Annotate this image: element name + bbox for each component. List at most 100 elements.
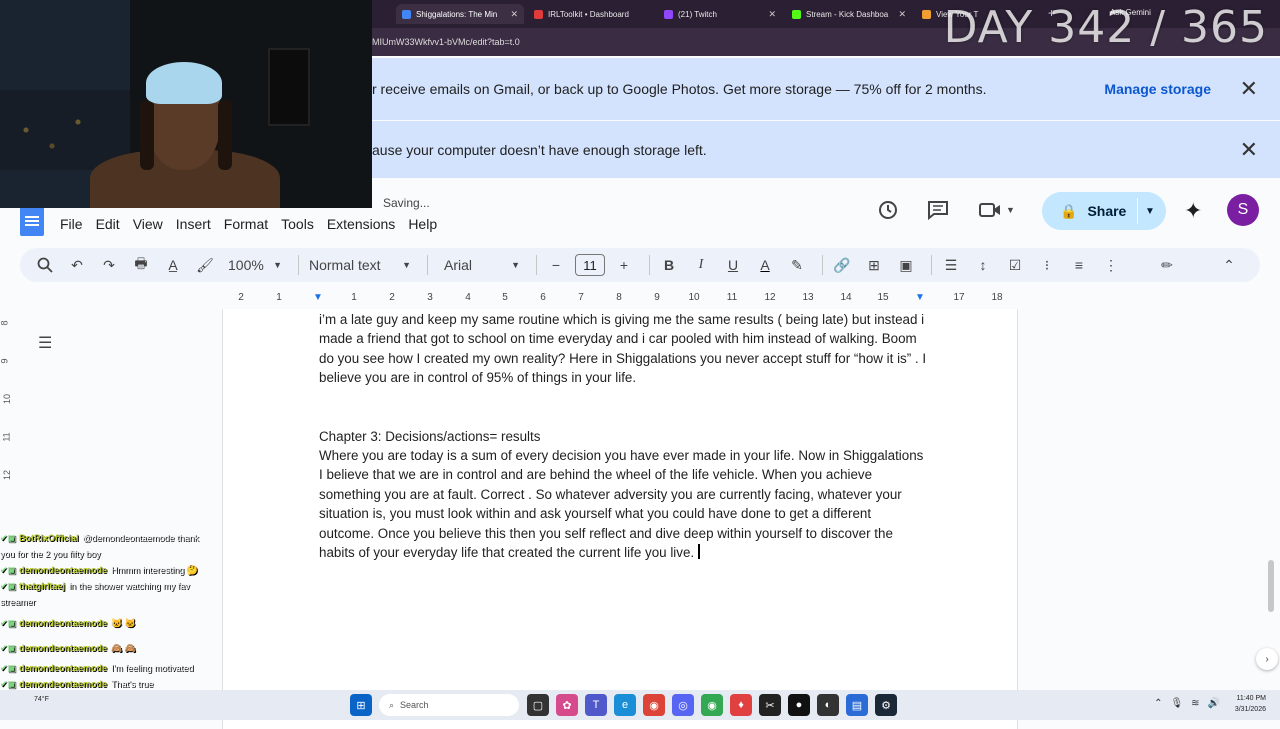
windows-taskbar: 74°F ⊞ ⌕ Search ▢ ✿ T e ◉ ◎ ◉ ♦ ✂ ● ◐ ▤ ⚙… — [0, 690, 1280, 720]
browser-tab-docs[interactable]: Shiggalations: The Min ✕ — [396, 4, 524, 24]
capcut-icon[interactable]: ✂ — [759, 694, 781, 716]
comments-icon[interactable] — [924, 198, 952, 222]
menu-format[interactable]: Format — [224, 216, 279, 232]
right-indent-marker-icon[interactable]: ▼ — [915, 292, 925, 303]
add-comment-icon[interactable]: ⊞ — [861, 252, 887, 278]
bold-icon[interactable]: B — [656, 252, 682, 278]
github-icon[interactable]: ◐ — [817, 694, 839, 716]
close-icon[interactable]: ✕ — [1240, 137, 1258, 163]
taskbar-search[interactable]: ⌕ Search — [379, 694, 519, 716]
document-paragraph[interactable]: i’m a late guy and keep my same routine … — [319, 310, 929, 388]
docs-favicon-icon — [402, 9, 411, 19]
decrease-font-size-button[interactable]: − — [543, 252, 569, 278]
tab-close-icon[interactable]: ✕ — [892, 9, 906, 20]
menu-help[interactable]: Help — [408, 216, 448, 232]
chrome-icon[interactable]: ◉ — [643, 694, 665, 716]
ruler-mark: 17 — [953, 292, 965, 303]
tab-close-icon[interactable]: ✕ — [762, 9, 776, 20]
tab-close-icon[interactable]: ✕ — [504, 9, 518, 20]
steam-icon[interactable]: ⚙ — [875, 694, 897, 716]
menu-file[interactable]: File — [60, 216, 94, 232]
scrollbar[interactable] — [1268, 560, 1274, 612]
chat-line: ✔▣ demondeontaemode 🐱 🐱 — [0, 617, 136, 629]
undo-icon[interactable]: ↶ — [64, 252, 90, 278]
insert-link-icon[interactable]: 🔗 — [829, 252, 855, 278]
paint-format-icon[interactable]: 🖌 — [192, 252, 218, 278]
clock[interactable]: 11:40 PM 3/31/2026 — [1235, 693, 1266, 715]
weather-widget[interactable]: 74°F — [34, 696, 49, 703]
mic-icon[interactable]: 🎙 — [1170, 698, 1183, 709]
irltoolkit-favicon-icon — [534, 9, 543, 19]
more-options-icon[interactable]: ⋮ — [1098, 252, 1124, 278]
align-icon[interactable]: ☰ — [938, 252, 964, 278]
zoom-value: 100% — [228, 257, 264, 273]
underline-icon[interactable]: U — [720, 252, 746, 278]
menu-extensions[interactable]: Extensions — [327, 216, 406, 232]
document-outline-icon[interactable]: ☰ — [38, 333, 60, 353]
edge-icon[interactable]: e — [614, 694, 636, 716]
zoom-select[interactable]: 100% ▼ — [224, 252, 286, 278]
avatar[interactable]: S — [1227, 194, 1259, 226]
text-color-icon[interactable]: A — [752, 252, 778, 278]
volume-icon[interactable]: 🔊 — [1208, 698, 1220, 709]
print-icon[interactable]: 🖶 — [128, 252, 154, 278]
numbered-list-icon[interactable]: ≡ — [1066, 252, 1092, 278]
editing-mode-icon[interactable]: ✏ — [1154, 252, 1180, 278]
chapter-heading[interactable]: Chapter 3: Decisions/actions= results — [319, 427, 929, 446]
chat-message: in the shower watching my fav — [69, 581, 190, 591]
menu-view[interactable]: View — [133, 216, 174, 232]
redo-icon[interactable]: ↷ — [96, 252, 122, 278]
paragraph-style-select[interactable]: Normal text ▼ — [305, 252, 415, 278]
close-icon[interactable]: ✕ — [1240, 76, 1258, 102]
docs-logo-icon[interactable] — [20, 206, 44, 236]
discord-icon[interactable]: ◎ — [672, 694, 694, 716]
italic-icon[interactable]: I — [688, 252, 714, 278]
font-size-input[interactable]: 11 — [575, 254, 605, 276]
chevron-down-icon[interactable]: ▼ — [1006, 205, 1015, 215]
taskbar-icons: ⊞ ⌕ Search ▢ ✿ T e ◉ ◎ ◉ ♦ ✂ ● ◐ ▤ ⚙ — [350, 694, 904, 716]
ruler-mark: 10 — [2, 393, 13, 405]
spellcheck-icon[interactable]: A̲ — [160, 252, 186, 278]
chrome-profile-icon[interactable]: ◉ — [701, 694, 723, 716]
ruler-mark: 10 — [688, 292, 700, 303]
highlight-icon[interactable]: ✎ — [784, 252, 810, 278]
app-icon[interactable]: ♦ — [730, 694, 752, 716]
gemini-icon[interactable]: ✦ — [1184, 198, 1202, 224]
browser-tab-irltoolkit[interactable]: IRLToolkit • Dashboard — [528, 4, 656, 24]
indent-marker-icon[interactable]: ▼ — [313, 292, 323, 303]
manage-storage-button[interactable]: Manage storage — [1104, 81, 1211, 97]
history-icon[interactable] — [874, 198, 902, 222]
wifi-icon[interactable]: ≋ — [1191, 698, 1199, 709]
increase-font-size-button[interactable]: + — [611, 252, 637, 278]
task-view-icon[interactable]: ▢ — [527, 694, 549, 716]
insert-image-icon[interactable]: ▣ — [893, 252, 919, 278]
ruler-mark: 9 — [0, 358, 10, 364]
document-paragraph[interactable]: Where you are today is a sum of every de… — [319, 446, 929, 562]
bulleted-list-icon[interactable]: ⁝ — [1034, 252, 1060, 278]
chevron-right-icon[interactable]: › — [1256, 648, 1278, 670]
meet-icon[interactable] — [976, 198, 1004, 222]
menu-edit[interactable]: Edit — [96, 216, 131, 232]
line-spacing-icon[interactable]: ↕ — [970, 252, 996, 278]
document-page[interactable]: i’m a late guy and keep my same routine … — [222, 309, 1018, 729]
ruler-mark: 8 — [0, 320, 10, 326]
windows-start-icon[interactable]: ⊞ — [350, 694, 372, 716]
teams-icon[interactable]: T — [585, 694, 607, 716]
streamer-cap — [146, 62, 222, 104]
share-button[interactable]: 🔒 Share ▼ — [1042, 192, 1166, 230]
clock-time: 11:40 PM — [1236, 695, 1266, 702]
search-menus-icon[interactable] — [32, 252, 58, 278]
browser-tab-kick[interactable]: Stream - Kick Dashboa ✕ — [786, 4, 912, 24]
checklist-icon[interactable]: ☑ — [1002, 252, 1028, 278]
font-select[interactable]: Arial ▼ — [440, 252, 524, 278]
copilot-icon[interactable]: ✿ — [556, 694, 578, 716]
chat-user: demondeontaemode — [19, 643, 108, 653]
app-window-icon[interactable]: ▤ — [846, 694, 868, 716]
menu-tools[interactable]: Tools — [281, 216, 325, 232]
obs-icon[interactable]: ● — [788, 694, 810, 716]
browser-tab-twitch[interactable]: (21) Twitch ✕ — [658, 4, 782, 24]
collapse-menus-icon[interactable]: ⌃ — [1216, 252, 1242, 278]
chevron-down-icon[interactable]: ▼ — [1145, 206, 1155, 217]
chevron-up-icon[interactable]: ⌃ — [1154, 698, 1162, 709]
menu-insert[interactable]: Insert — [176, 216, 222, 232]
